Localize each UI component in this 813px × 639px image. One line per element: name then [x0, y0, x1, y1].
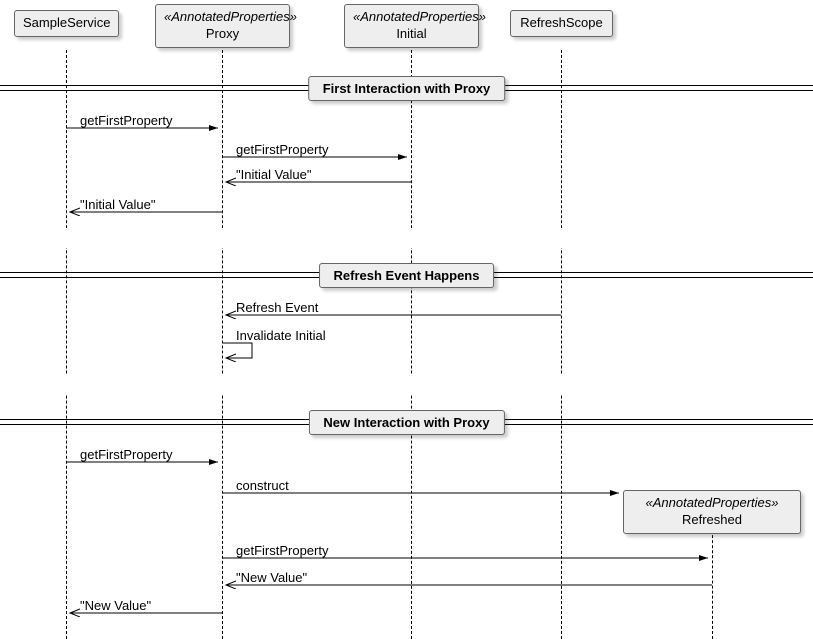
- msg-label: getFirstProperty: [78, 113, 174, 128]
- participant-label: Initial: [396, 26, 426, 41]
- lifeline-proxy: [222, 50, 223, 639]
- lifeline-initial: [411, 50, 412, 639]
- participant-stereo: «AnnotatedProperties»: [164, 9, 297, 24]
- msg-label: Refresh Event: [234, 300, 320, 315]
- divider-label: Refresh Event Happens: [334, 268, 480, 283]
- participant-sample: SampleService: [14, 10, 119, 37]
- msg-label: "New Value": [234, 570, 309, 585]
- participant-label: RefreshScope: [520, 15, 602, 30]
- participant-label: Proxy: [206, 26, 239, 41]
- participant-label: SampleService: [23, 15, 110, 30]
- msg-label: getFirstProperty: [234, 142, 330, 157]
- participant-refreshed: «AnnotatedProperties» Refreshed: [623, 490, 801, 534]
- participant-stereo: «AnnotatedProperties»: [353, 9, 486, 24]
- msg-label: "Initial Value": [234, 167, 313, 182]
- participant-scope: RefreshScope: [510, 10, 613, 37]
- divider-label: New Interaction with Proxy: [323, 415, 489, 430]
- divider-new: New Interaction with Proxy: [308, 410, 504, 435]
- msg-label: construct: [234, 478, 291, 493]
- participant-proxy: «AnnotatedProperties» Proxy: [155, 4, 290, 48]
- msg-label: "New Value": [78, 598, 153, 613]
- participant-label: Refreshed: [682, 512, 742, 527]
- msg-label: "Initial Value": [78, 197, 157, 212]
- participant-initial: «AnnotatedProperties» Initial: [344, 4, 479, 48]
- divider-first: First Interaction with Proxy: [308, 76, 506, 101]
- divider-refresh: Refresh Event Happens: [319, 263, 495, 288]
- msg-label: getFirstProperty: [78, 447, 174, 462]
- lifeline-sample: [66, 50, 67, 639]
- lifeline-scope: [561, 50, 562, 639]
- divider-label: First Interaction with Proxy: [323, 81, 491, 96]
- msg-label: getFirstProperty: [234, 543, 330, 558]
- participant-stereo: «AnnotatedProperties»: [646, 495, 779, 510]
- msg-label: Invalidate Initial: [234, 328, 328, 343]
- lifeline-refreshed: [712, 520, 713, 639]
